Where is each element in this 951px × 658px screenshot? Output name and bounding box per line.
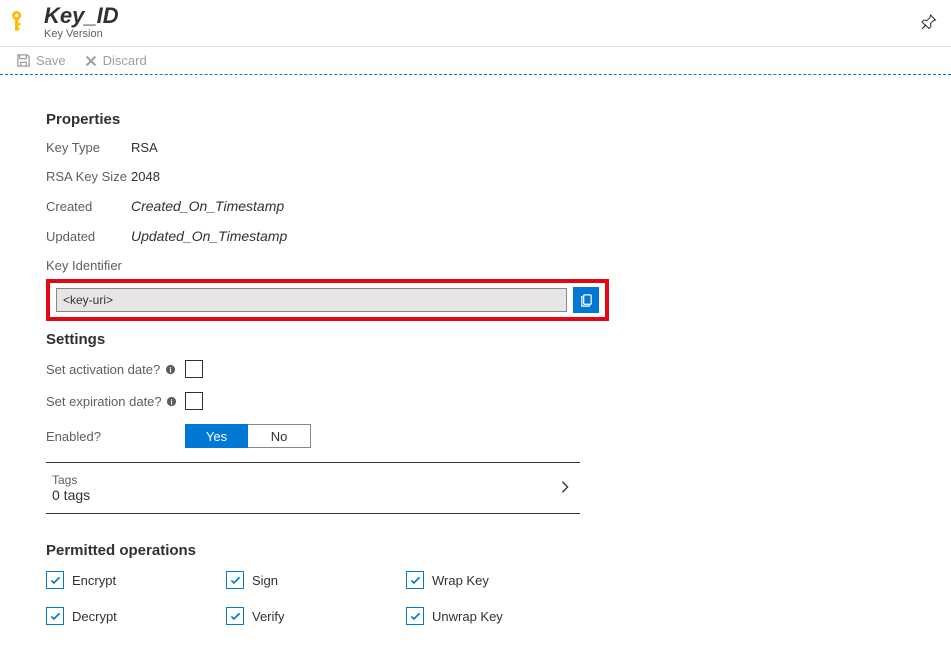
rsa-size-label: RSA Key Size xyxy=(46,169,131,184)
op-label: Wrap Key xyxy=(432,573,489,588)
page-title: Key_ID xyxy=(44,4,917,28)
discard-icon xyxy=(84,54,98,68)
enabled-yes-button[interactable]: Yes xyxy=(185,424,248,448)
checkbox-checked-icon xyxy=(46,571,64,589)
checkbox-checked-icon xyxy=(406,607,424,625)
save-icon xyxy=(16,53,31,68)
created-label: Created xyxy=(46,199,131,214)
rsa-size-value: 2048 xyxy=(131,169,160,184)
op-label: Verify xyxy=(252,609,285,624)
checkbox-checked-icon xyxy=(226,571,244,589)
updated-label: Updated xyxy=(46,229,131,244)
discard-button[interactable]: Discard xyxy=(84,53,147,68)
key-uri-input[interactable] xyxy=(56,288,567,312)
checkbox-checked-icon xyxy=(406,571,424,589)
tags-count: 0 tags xyxy=(52,487,558,503)
op-unwrap[interactable]: Unwrap Key xyxy=(406,607,586,625)
activation-label: Set activation date? xyxy=(46,362,160,377)
properties-heading: Properties xyxy=(46,111,640,128)
expiration-label: Set expiration date? xyxy=(46,394,162,409)
enabled-no-button[interactable]: No xyxy=(248,424,311,448)
tags-row[interactable]: Tags 0 tags xyxy=(46,463,580,514)
svg-text:i: i xyxy=(171,397,173,406)
op-wrap[interactable]: Wrap Key xyxy=(406,571,586,589)
key-identifier-label: Key Identifier xyxy=(46,258,640,273)
created-value: Created_On_Timestamp xyxy=(131,198,284,214)
pin-button[interactable] xyxy=(917,10,941,34)
checkbox-checked-icon xyxy=(226,607,244,625)
key-icon xyxy=(6,7,36,37)
settings-heading: Settings xyxy=(46,331,640,348)
page-subtitle: Key Version xyxy=(44,28,917,40)
discard-label: Discard xyxy=(103,53,147,68)
op-sign[interactable]: Sign xyxy=(226,571,406,589)
key-uri-highlight xyxy=(46,279,609,321)
op-label: Unwrap Key xyxy=(432,609,503,624)
copy-button[interactable] xyxy=(573,287,599,313)
updated-value: Updated_On_Timestamp xyxy=(131,228,287,244)
info-icon[interactable]: i xyxy=(164,363,176,375)
op-verify[interactable]: Verify xyxy=(226,607,406,625)
op-encrypt[interactable]: Encrypt xyxy=(46,571,226,589)
op-decrypt[interactable]: Decrypt xyxy=(46,607,226,625)
enabled-label: Enabled? xyxy=(46,429,101,444)
save-label: Save xyxy=(36,53,66,68)
key-type-value: RSA xyxy=(131,140,158,155)
op-label: Decrypt xyxy=(72,609,117,624)
save-button[interactable]: Save xyxy=(16,53,66,68)
key-type-label: Key Type xyxy=(46,140,131,155)
checkbox-checked-icon xyxy=(46,607,64,625)
info-icon[interactable]: i xyxy=(166,395,178,407)
operations-heading: Permitted operations xyxy=(46,542,640,559)
op-label: Sign xyxy=(252,573,278,588)
copy-icon xyxy=(579,293,594,308)
enabled-toggle: Yes No xyxy=(185,424,311,448)
tags-label: Tags xyxy=(52,473,558,487)
expiration-checkbox[interactable] xyxy=(185,392,203,410)
op-label: Encrypt xyxy=(72,573,116,588)
svg-text:i: i xyxy=(169,365,171,374)
chevron-right-icon xyxy=(558,480,574,496)
activation-checkbox[interactable] xyxy=(185,360,203,378)
